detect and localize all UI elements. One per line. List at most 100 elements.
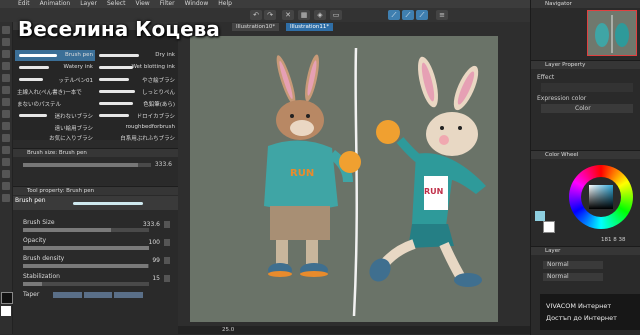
gradient-tool-icon[interactable] [2, 158, 10, 166]
notification-line2: Достъп до Интернет [546, 314, 617, 322]
taper-options[interactable] [53, 292, 144, 298]
layer-property-title: Layer Property [531, 61, 640, 69]
menu-animation[interactable]: Animation [40, 0, 71, 8]
expression-color-select[interactable]: Color [541, 104, 633, 113]
fill-tool-icon[interactable] [2, 146, 10, 154]
video-overlay-title: Веселина Коцева [18, 17, 220, 41]
menu-view[interactable]: View [135, 0, 149, 8]
sub-color-chip[interactable] [543, 221, 555, 233]
sub-color-swatch[interactable] [1, 306, 11, 316]
menu-help[interactable]: Help [218, 0, 232, 8]
fill-icon[interactable]: ▦ [298, 10, 310, 20]
transform-icon[interactable]: ◈ [314, 10, 326, 20]
brush-item[interactable]: Dry ink [97, 50, 177, 61]
clear-icon[interactable]: ✕ [282, 10, 294, 20]
brush-size-slider[interactable] [23, 163, 151, 167]
stroke-preview [73, 202, 143, 205]
tab-illustration10[interactable]: Illustration10* [232, 23, 280, 31]
menu-extra-icon[interactable]: ≡ [436, 10, 448, 20]
figure-tool-icon[interactable] [2, 170, 10, 178]
navigator-preview[interactable] [587, 10, 637, 56]
stabilization-bar[interactable] [23, 282, 149, 286]
brush-item[interactable]: しっとりぺん [97, 86, 177, 97]
menu-select[interactable]: Select [107, 0, 126, 8]
snap-ruler-icon[interactable]: ⟋ [388, 10, 400, 20]
saturation-square[interactable] [589, 185, 613, 209]
prop-label: Brush Size [23, 219, 55, 226]
tab-illustration11[interactable]: Illustration11* [286, 23, 334, 31]
snap-grid-icon[interactable]: ⟋ [416, 10, 428, 20]
blend-mode-select[interactable]: Normal [543, 261, 603, 269]
blend-tool-icon[interactable] [2, 134, 10, 142]
brush-item[interactable]: 迷わないブラシ [15, 110, 95, 121]
brush-item[interactable]: お気に入りブラシ [15, 132, 95, 143]
brush-tool-icon[interactable] [2, 98, 10, 106]
main-color-swatch[interactable] [1, 292, 13, 304]
drawing-canvas[interactable]: RUN RUN [190, 36, 498, 322]
prop-label: Brush density [23, 255, 65, 262]
layer-row[interactable]: Normal [543, 273, 603, 281]
brush-size-bar[interactable] [23, 228, 149, 232]
menu-edit[interactable]: Edit [18, 0, 30, 8]
brush-item[interactable]: ッテルペン01 [15, 74, 95, 85]
hue-ring[interactable] [569, 165, 633, 229]
pencil-tool-icon[interactable] [2, 86, 10, 94]
menu-layer[interactable]: Layer [80, 0, 97, 8]
eraser-tool-icon[interactable] [2, 122, 10, 130]
redo-icon[interactable]: ↷ [264, 10, 276, 20]
expression-color-label: Expression color [537, 95, 587, 102]
svg-text:RUN: RUN [290, 168, 314, 179]
brush-size-panel: Brush size: Brush pen 333.6 [13, 148, 178, 185]
prop-label: Stabilization [23, 273, 60, 280]
prop-value: 100 [148, 239, 160, 246]
brush-item[interactable]: まないのパステル [15, 98, 95, 109]
brush-item[interactable]: 色鉛筆(あら) [97, 98, 177, 109]
brush-item[interactable]: ドロイカブラシ [97, 110, 177, 121]
navigator-panel: Navigator [530, 0, 640, 60]
tool-property-title: Tool property: Brush pen [13, 187, 178, 195]
select-tool-icon[interactable] [2, 50, 10, 58]
color-wheel-panel: Color Wheel 181 8 38 [530, 150, 640, 247]
navigator-thumbnail [595, 15, 629, 53]
brush-size-title: Brush size: Brush pen [13, 149, 178, 157]
brush-item[interactable]: Watery ink [15, 62, 95, 73]
zoom-tool-icon[interactable] [2, 26, 10, 34]
opacity-bar[interactable] [23, 246, 149, 250]
eyedropper-tool-icon[interactable] [2, 62, 10, 70]
status-bar: 25.0 [178, 326, 530, 334]
brush-item[interactable]: Wet blotting ink [97, 62, 177, 73]
brush-item-selected[interactable]: Brush pen [15, 50, 95, 61]
spinner[interactable] [164, 257, 170, 264]
spinner[interactable] [164, 239, 170, 246]
prop-label: Taper [23, 291, 40, 298]
document-tabs: Illustration10* Illustration11* [230, 22, 530, 31]
deselect-icon[interactable]: ▭ [330, 10, 342, 20]
snap-special-ruler-icon[interactable]: ⟋ [402, 10, 414, 20]
brush-density-bar[interactable] [23, 264, 149, 268]
text-tool-icon[interactable] [2, 182, 10, 190]
pen-tool-icon[interactable] [2, 74, 10, 82]
spinner[interactable] [164, 275, 170, 282]
brush-size-value: 333.6 [154, 161, 172, 168]
airbrush-tool-icon[interactable] [2, 110, 10, 118]
brush-item[interactable]: 白系用ぶれふちブラシ [97, 132, 177, 143]
balloon-tool-icon[interactable] [2, 194, 10, 202]
tool-property-panel: Tool property: Brush pen Brush pen Brush… [13, 186, 178, 335]
menu-window[interactable]: Window [185, 0, 209, 8]
brush-item[interactable]: やさ絵ブラシ [97, 74, 177, 85]
move-tool-icon[interactable] [2, 38, 10, 46]
zoom-value[interactable]: 25.0 [222, 326, 234, 334]
prop-value: 333.6 [142, 221, 160, 228]
tool-name: Brush pen [15, 197, 46, 204]
menu-filter[interactable]: Filter [160, 0, 175, 8]
undo-icon[interactable]: ↶ [250, 10, 262, 20]
svg-text:RUN: RUN [424, 187, 443, 196]
main-color-chip[interactable] [535, 211, 545, 221]
tool-strip [0, 22, 13, 334]
spinner[interactable] [164, 221, 170, 228]
prop-value: 15 [152, 275, 160, 282]
effect-buttons[interactable] [541, 83, 633, 92]
brush-item[interactable]: 主線入れ(ぺん書き)一本で [15, 86, 95, 97]
network-notification: VIVACOM Интернет Достъп до Интернет [540, 294, 640, 330]
hsv-readout: 181 8 38 [601, 237, 626, 243]
